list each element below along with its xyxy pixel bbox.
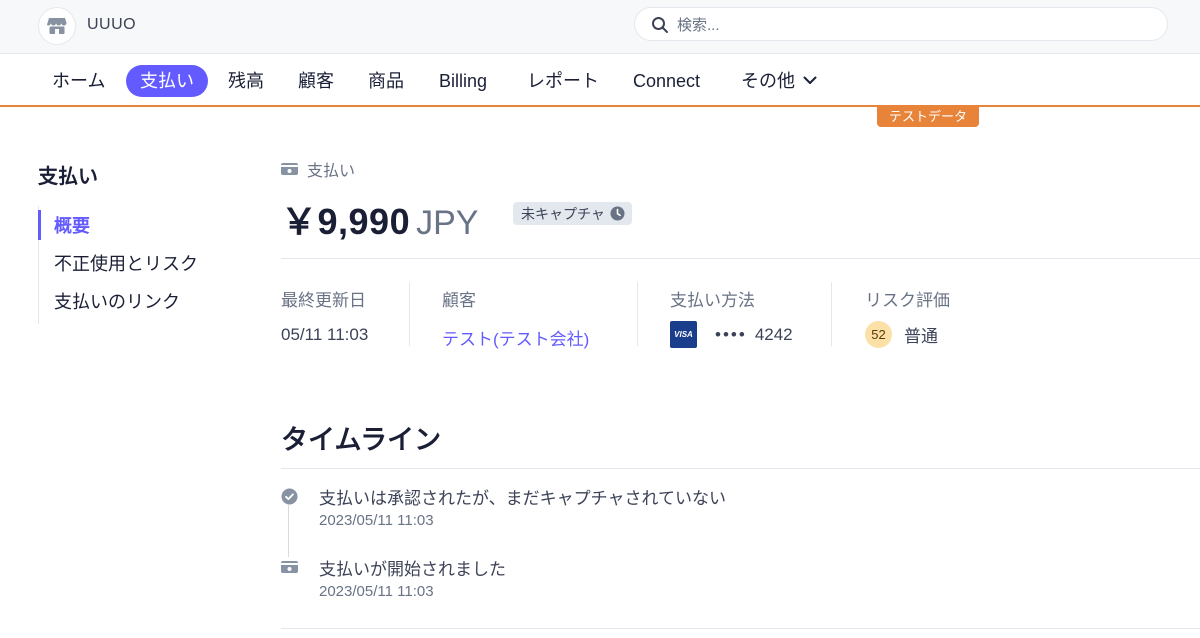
test-data-badge: テストデータ	[877, 107, 979, 127]
summary-divider	[831, 282, 832, 346]
header-divider	[281, 258, 1200, 259]
customer-link[interactable]: テスト(テスト会社)	[442, 325, 589, 350]
timeline-event-time: 2023/05/11 11:03	[319, 583, 434, 600]
updated-label: 最終更新日	[281, 291, 366, 310]
risk-level: 普通	[904, 327, 938, 346]
payment-icon	[280, 558, 298, 576]
nav-reports[interactable]: レポート	[527, 65, 599, 97]
chevron-down-icon	[803, 76, 817, 85]
card-mask: ••••	[715, 324, 747, 344]
nav-billing[interactable]: Billing	[439, 65, 487, 97]
nav-customers[interactable]: 顧客	[298, 65, 334, 97]
summary-customer: 顧客 テスト(テスト会社)	[442, 282, 589, 349]
summary-payment-method: 支払い方法 VISA •••• 4242	[670, 282, 793, 348]
customer-label: 顧客	[442, 291, 476, 310]
breadcrumb-label: 支払い	[307, 163, 356, 180]
summary-updated: 最終更新日 05/11 11:03	[281, 282, 368, 346]
check-circle-icon	[280, 487, 298, 505]
search-icon	[652, 17, 668, 33]
nav-connect[interactable]: Connect	[633, 65, 700, 97]
summary-divider	[637, 282, 638, 346]
amount-currency: JPY	[416, 204, 479, 242]
nav-more[interactable]: その他	[741, 65, 817, 97]
sidebar-active-indicator	[38, 210, 41, 240]
payment-method-label: 支払い方法	[670, 291, 755, 310]
nav-payments[interactable]: 支払い	[126, 65, 208, 97]
nav-balances[interactable]: 残高	[228, 65, 264, 97]
risk-score: 52	[865, 321, 892, 348]
timeline-heading: タイムライン	[281, 425, 442, 455]
clock-icon	[610, 206, 625, 221]
account-name[interactable]: UUUO	[87, 16, 136, 34]
timeline-bottom-divider	[281, 628, 1200, 629]
sidebar-item-payment-links[interactable]: 支払いのリンク	[54, 288, 180, 314]
nav-home[interactable]: ホーム	[52, 65, 105, 97]
amount-value: ￥9,990	[281, 201, 411, 242]
nav-products[interactable]: 商品	[368, 65, 404, 97]
sidebar-title: 支払い	[38, 166, 98, 188]
store-icon[interactable]	[38, 7, 76, 45]
status-label: 未キャプチャ	[521, 205, 605, 222]
timeline-event-title: 支払いは承認されたが、まだキャプチャされていない	[319, 489, 726, 508]
summary-divider	[409, 282, 410, 346]
status-badge: 未キャプチャ	[513, 202, 632, 225]
risk-label: リスク評価	[865, 291, 950, 310]
timeline-event-title: 支払いが開始されました	[319, 560, 506, 579]
breadcrumb: 支払い	[281, 157, 355, 181]
sidebar-item-overview[interactable]: 概要	[54, 212, 90, 238]
search-input[interactable]	[677, 13, 1147, 37]
visa-icon: VISA	[670, 321, 697, 348]
updated-value: 05/11 11:03	[281, 325, 369, 344]
payment-amount: ￥9,990 JPY	[281, 193, 478, 242]
summary-risk: リスク評価 52 普通	[865, 282, 950, 348]
sidebar-nav: 概要 不正使用とリスク 支払いのリンク	[38, 206, 238, 324]
timeline-divider	[281, 468, 1200, 469]
timeline-connector	[288, 505, 289, 557]
payment-icon	[281, 163, 298, 175]
main-nav: ホーム 支払い 残高 顧客 商品 Billing レポート Connect その…	[0, 54, 1200, 107]
sidebar-item-fraud-risk[interactable]: 不正使用とリスク	[54, 250, 198, 276]
card-last4: 4242	[754, 324, 793, 344]
search-bar[interactable]	[634, 7, 1168, 41]
top-bar: UUUO	[0, 0, 1200, 54]
nav-more-label: その他	[741, 71, 795, 91]
timeline-event-time: 2023/05/11 11:03	[319, 512, 434, 529]
